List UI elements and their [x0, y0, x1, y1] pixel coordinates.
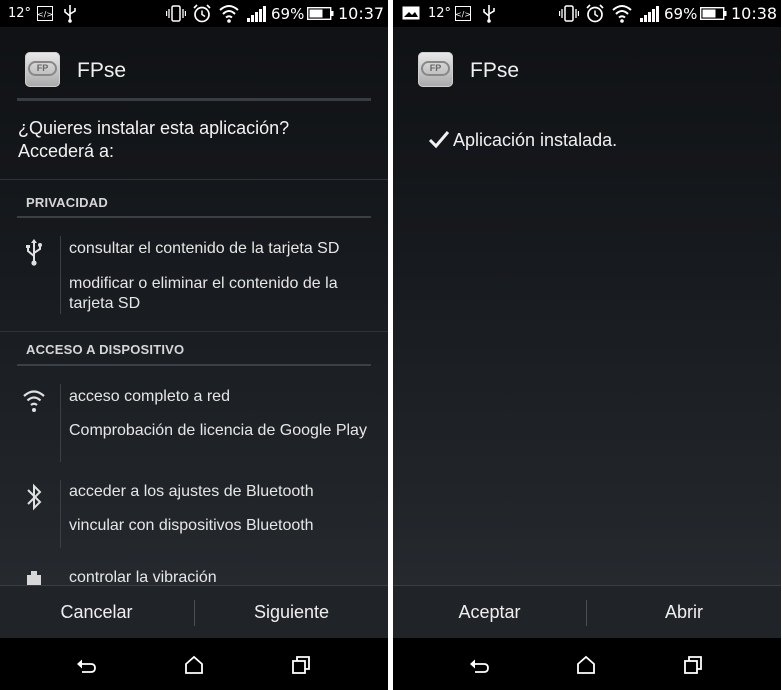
action-bar: Aceptar Abrir [393, 585, 781, 639]
group-divider [0, 331, 388, 332]
install-complete-screen: 12° </> 69% 10:38 FP FPse Aplicación ins… [393, 0, 781, 690]
access-line: Accederá a: [18, 141, 115, 161]
code-notification-icon: </> [455, 6, 471, 21]
recents-icon[interactable] [290, 655, 312, 675]
section-title-privacy: PRIVACIDAD [26, 195, 108, 210]
code-notification-icon: </> [37, 6, 53, 21]
app-header: FP FPse [0, 27, 388, 99]
vibrate-mode-icon [559, 5, 579, 22]
permission-group-line [60, 236, 61, 314]
check-icon [428, 131, 450, 149]
back-icon[interactable] [75, 655, 97, 675]
home-icon[interactable] [575, 655, 597, 675]
navigation-bar [0, 638, 388, 690]
section-divider [17, 364, 371, 366]
permission-bluetooth-pair: vincular con dispositivos Bluetooth [69, 517, 314, 534]
action-bar: Cancelar Siguiente [0, 585, 388, 639]
bluetooth-icon [27, 483, 42, 511]
app-header: FP FPse [393, 27, 781, 99]
cancel-button[interactable]: Cancelar [0, 586, 193, 639]
usb-notification-icon [64, 5, 76, 23]
open-button[interactable]: Abrir [587, 586, 781, 639]
navigation-bar [393, 638, 781, 690]
app-name: FPse [77, 59, 127, 82]
wifi-status-icon [612, 5, 632, 23]
alarm-icon [193, 4, 211, 23]
wifi-icon [23, 390, 45, 412]
clock: 10:38 [731, 4, 778, 23]
permission-network: acceso completo a red [69, 388, 230, 405]
vibrate-mode-icon [166, 5, 186, 22]
usb-notification-icon [483, 5, 495, 23]
weather-temperature: 12° [8, 6, 32, 21]
question-line: ¿Quieres instalar esta aplicación? [18, 118, 290, 138]
install-question: ¿Quieres instalar esta aplicación? Acced… [18, 117, 289, 163]
permission-group-line [60, 480, 61, 548]
install-permissions-screen: 12° </> 69% 10:37 FP FPse ¿Quieres insta… [0, 0, 388, 690]
battery-icon [700, 7, 727, 20]
usb-icon [26, 239, 42, 266]
back-icon[interactable] [468, 655, 490, 675]
status-bar: 12° </> 69% [0, 0, 388, 27]
signal-icon [247, 6, 266, 22]
weather-temperature: 12° [428, 6, 452, 21]
permission-license-check: Comprobación de licencia de Google Play [69, 422, 367, 439]
permission-sd-read: consultar el contenido de la tarjeta SD [69, 240, 340, 257]
svg-text:</>: </> [37, 10, 53, 19]
question-divider [0, 179, 388, 180]
battery-percentage: 69% [271, 5, 305, 23]
accept-button[interactable]: Aceptar [393, 586, 586, 639]
next-button[interactable]: Siguiente [195, 586, 388, 639]
svg-text:</>: </> [455, 10, 471, 19]
section-divider [17, 216, 371, 218]
permission-bluetooth-settings: acceder a los ajustes de Bluetooth [69, 483, 314, 500]
battery-icon [307, 7, 334, 20]
permission-sd-write: modificar o eliminar el contenido de la … [69, 275, 338, 312]
app-name: FPse [470, 59, 520, 82]
permission-group-line [60, 384, 61, 462]
image-notification-icon [402, 6, 420, 20]
app-icon: FP [25, 52, 60, 87]
section-title-device-access: ACCESO A DISPOSITIVO [26, 342, 185, 357]
installed-message: Aplicación instalada. [453, 130, 618, 150]
wifi-status-icon [219, 5, 239, 23]
recents-icon[interactable] [682, 655, 704, 675]
battery-percentage: 69% [664, 5, 698, 23]
clock: 10:37 [338, 4, 385, 23]
status-bar: 12° </> 69% [393, 0, 781, 27]
home-icon[interactable] [183, 655, 205, 675]
header-divider [17, 98, 371, 101]
signal-icon [640, 6, 659, 22]
alarm-icon [586, 4, 604, 23]
app-icon: FP [418, 52, 453, 87]
